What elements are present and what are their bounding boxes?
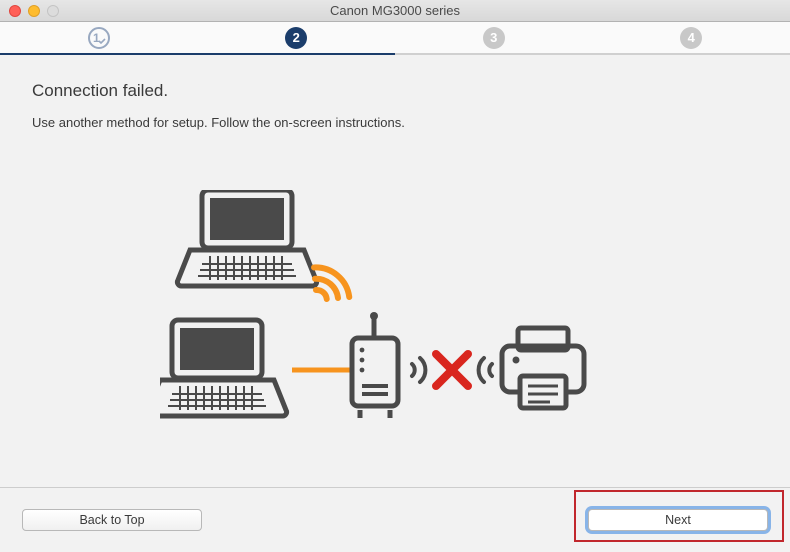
step-2-circle: 2	[285, 27, 307, 49]
step-1-circle: 1	[88, 27, 110, 49]
back-to-top-button[interactable]: Back to Top	[22, 509, 202, 531]
window-controls	[0, 5, 59, 17]
step-4-circle: 4	[680, 27, 702, 49]
step-1: 1	[0, 22, 198, 55]
next-label: Next	[665, 513, 691, 527]
wifi-arcs-printer-icon	[479, 358, 492, 382]
laptop-bottom-icon	[160, 320, 287, 416]
router-icon	[352, 312, 398, 418]
wifi-arcs-router-left-icon	[412, 358, 425, 382]
step-4: 4	[593, 22, 790, 55]
zoom-icon	[47, 5, 59, 17]
back-to-top-label: Back to Top	[79, 513, 144, 527]
minimize-icon[interactable]	[28, 5, 40, 17]
printer-icon	[502, 328, 584, 408]
titlebar: Canon MG3000 series	[0, 0, 790, 22]
close-icon[interactable]	[9, 5, 21, 17]
page-subtext: Use another method for setup. Follow the…	[32, 115, 758, 130]
footer: Back to Top Next	[0, 487, 790, 552]
step-done-check-icon: 1	[91, 30, 107, 46]
step-3-circle: 3	[483, 27, 505, 49]
svg-text:1: 1	[93, 31, 100, 45]
step-indicator: 1 2 3 4	[0, 22, 790, 55]
connection-diagram	[160, 190, 620, 440]
content: Connection failed. Use another method fo…	[0, 55, 790, 146]
page-title: Connection failed.	[32, 81, 758, 101]
step-2: 2	[198, 22, 396, 55]
error-x-icon	[436, 354, 468, 386]
step-3: 3	[395, 22, 593, 55]
laptop-top-icon	[177, 190, 316, 286]
window-title: Canon MG3000 series	[0, 3, 790, 18]
next-button[interactable]: Next	[588, 509, 768, 531]
